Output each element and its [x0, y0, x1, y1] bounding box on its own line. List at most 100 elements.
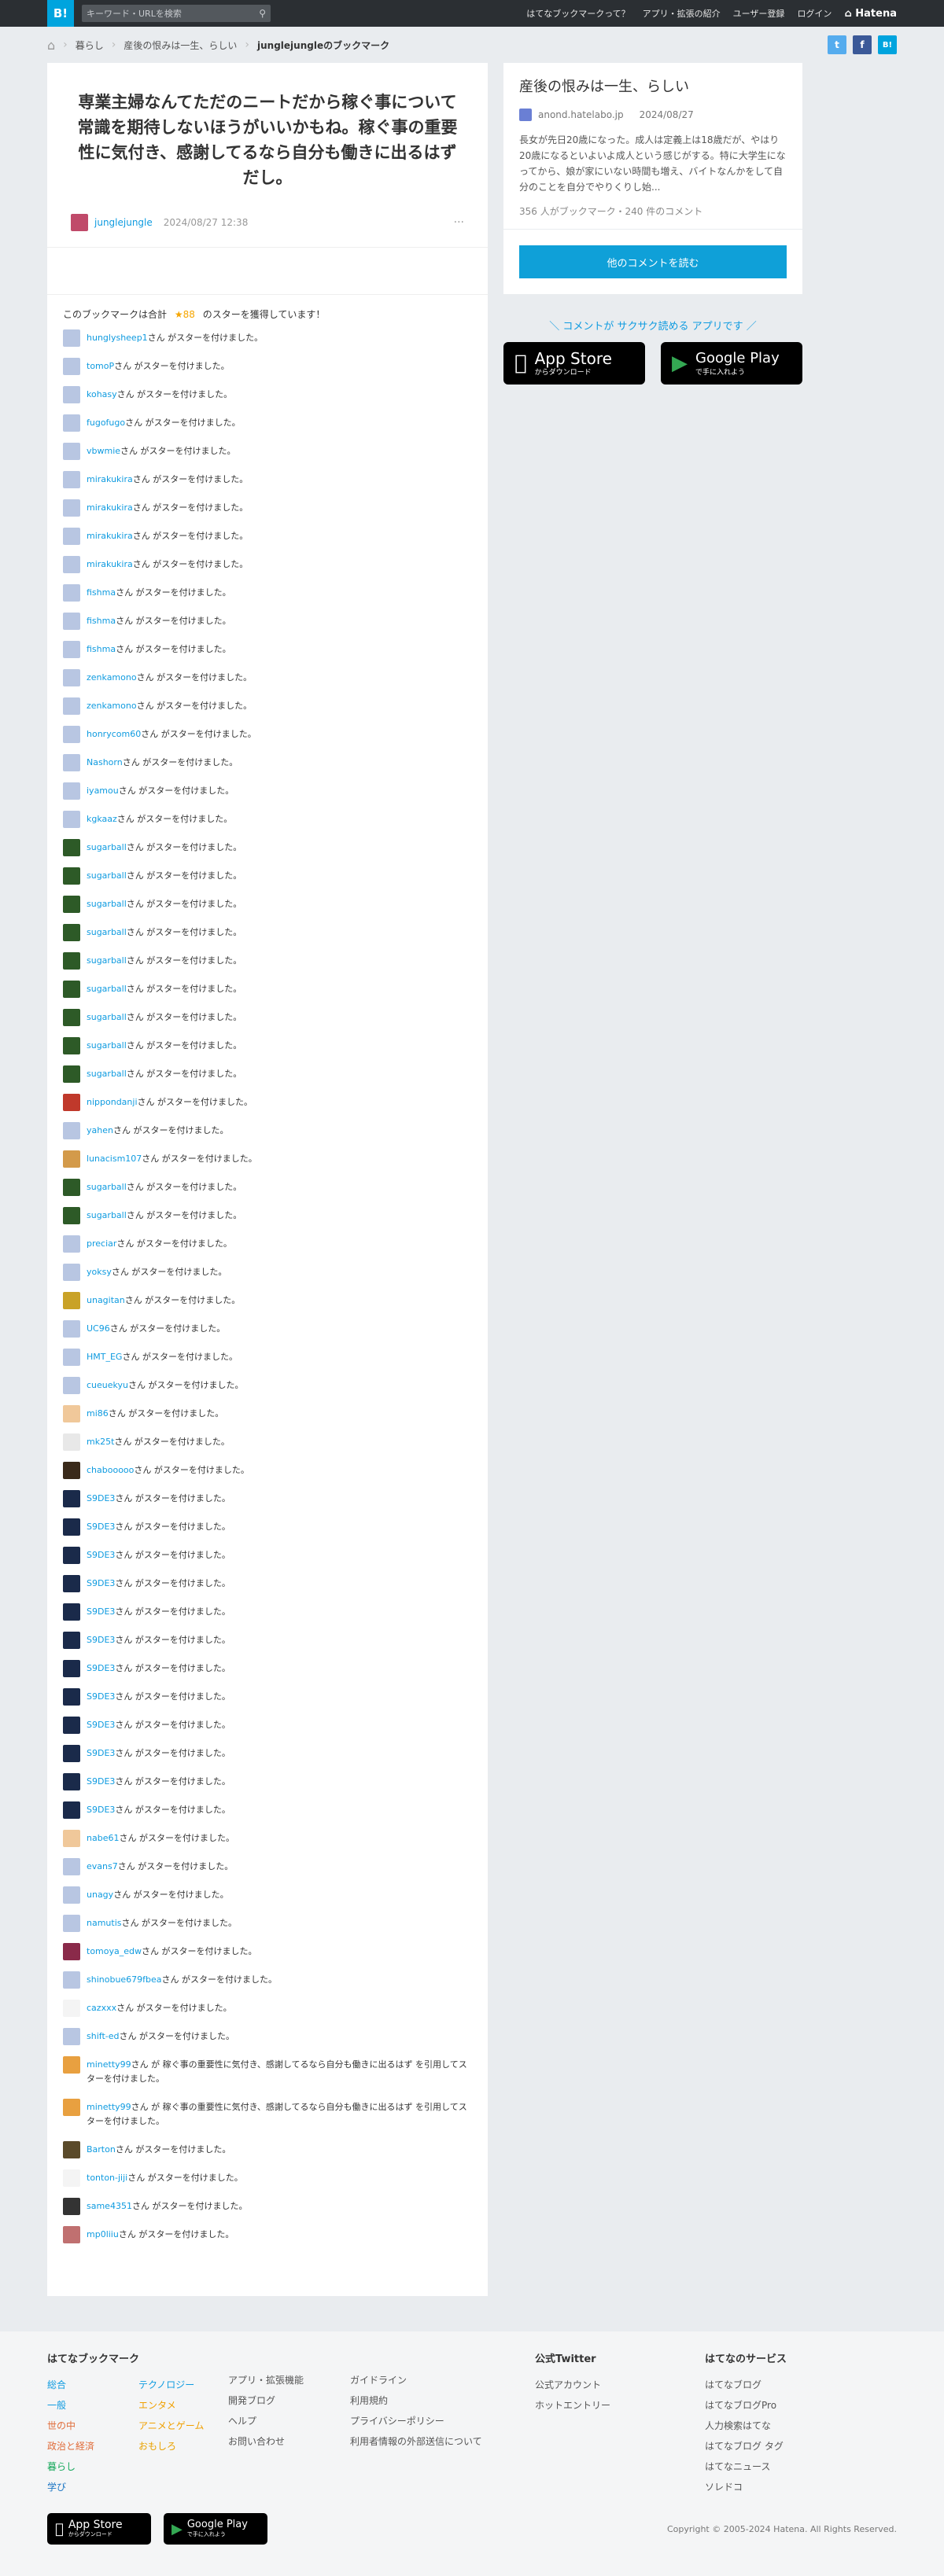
footer-link[interactable]: お問い合わせ	[228, 2431, 350, 2452]
star-user-link[interactable]: cueuekyu	[87, 1380, 128, 1390]
bookmark-user-link[interactable]: junglejungle	[94, 217, 153, 228]
avatar[interactable]	[63, 924, 80, 941]
avatar[interactable]	[63, 1292, 80, 1309]
avatar[interactable]	[63, 1801, 80, 1819]
star-user-link[interactable]: kgkaaz	[87, 814, 117, 824]
star-user-link[interactable]: mp0liiu	[87, 2229, 119, 2239]
bookmark-date[interactable]: 2024/08/27 12:38	[164, 217, 249, 228]
twitter-share-icon[interactable]: t	[828, 35, 846, 54]
star-user-link[interactable]: mi86	[87, 1408, 109, 1419]
star-user-link[interactable]: minetty99	[87, 2059, 131, 2070]
star-user-link[interactable]: sugarball	[87, 927, 127, 937]
avatar[interactable]	[63, 1518, 80, 1536]
avatar[interactable]	[63, 811, 80, 828]
avatar[interactable]	[63, 2000, 80, 2017]
avatar[interactable]	[63, 726, 80, 743]
avatar[interactable]	[63, 867, 80, 885]
footer-link[interactable]: 暮らし	[47, 2456, 138, 2477]
star-user-link[interactable]: cazxxx	[87, 2003, 116, 2013]
star-user-link[interactable]: sugarball	[87, 984, 127, 994]
avatar[interactable]	[63, 2056, 80, 2074]
footer-link[interactable]: 利用規約	[350, 2390, 535, 2411]
star-user-link[interactable]: shinobue679fbea	[87, 1974, 162, 1985]
avatar[interactable]	[63, 1688, 80, 1706]
star-user-link[interactable]: mirakukira	[87, 531, 133, 541]
avatar[interactable]	[63, 414, 80, 432]
avatar[interactable]	[63, 613, 80, 630]
star-user-link[interactable]: S9DE3	[87, 1720, 115, 1730]
footer-link[interactable]: ホットエントリー	[535, 2395, 705, 2416]
avatar[interactable]	[63, 2028, 80, 2045]
star-user-link[interactable]: mirakukira	[87, 559, 133, 569]
avatar[interactable]	[63, 1660, 80, 1677]
avatar[interactable]	[63, 528, 80, 545]
avatar[interactable]	[63, 669, 80, 686]
avatar[interactable]	[63, 1971, 80, 1989]
avatar[interactable]	[63, 1264, 80, 1281]
footer-link[interactable]: 人力検索はてな	[705, 2416, 787, 2436]
star-user-link[interactable]: mirakukira	[87, 502, 133, 513]
star-user-link[interactable]: S9DE3	[87, 1663, 115, 1673]
star-user-link[interactable]: sugarball	[87, 1210, 127, 1220]
avatar[interactable]	[63, 386, 80, 403]
avatar[interactable]	[63, 1462, 80, 1479]
star-user-link[interactable]: yoksy	[87, 1267, 112, 1277]
star-user-link[interactable]: S9DE3	[87, 1493, 115, 1503]
avatar[interactable]	[63, 1122, 80, 1139]
avatar[interactable]	[63, 1405, 80, 1422]
footer-link[interactable]: アプリ・拡張機能	[228, 2370, 350, 2390]
star-user-link[interactable]: sugarball	[87, 955, 127, 966]
avatar[interactable]	[63, 2169, 80, 2187]
star-user-link[interactable]: mk25t	[87, 1437, 114, 1447]
footer-link[interactable]: プライバシーポリシー	[350, 2411, 535, 2431]
breadcrumb-entry[interactable]: 産後の恨みは一生、らしい	[124, 39, 237, 52]
star-user-link[interactable]: sugarball	[87, 1040, 127, 1051]
avatar[interactable]	[63, 839, 80, 856]
avatar[interactable]	[71, 214, 88, 231]
star-user-link[interactable]: fishma	[87, 587, 116, 598]
footer-link[interactable]: おもしろ	[138, 2436, 204, 2456]
star-user-link[interactable]: sugarball	[87, 1069, 127, 1079]
footer-app-store-badge[interactable]:  App Store からダウンロード	[47, 2513, 151, 2545]
nav-signup[interactable]: ユーザー登録	[733, 7, 785, 20]
nav-login[interactable]: ログイン	[797, 7, 832, 20]
avatar[interactable]	[63, 1745, 80, 1762]
avatar[interactable]	[63, 2141, 80, 2158]
avatar[interactable]	[63, 697, 80, 715]
avatar[interactable]	[63, 1915, 80, 1932]
star-user-link[interactable]: shift-ed	[87, 2031, 119, 2041]
star-user-link[interactable]: S9DE3	[87, 1635, 115, 1645]
avatar[interactable]	[63, 952, 80, 970]
star-user-link[interactable]: nabe61	[87, 1833, 119, 1843]
star-user-link[interactable]: evans7	[87, 1861, 118, 1871]
avatar[interactable]	[63, 1009, 80, 1026]
star-user-link[interactable]: zenkamono	[87, 672, 137, 683]
star-user-link[interactable]: S9DE3	[87, 1805, 115, 1815]
google-play-badge[interactable]: ▶ Google Play で手に入れよう	[661, 342, 802, 385]
star-user-link[interactable]: sugarball	[87, 1182, 127, 1192]
footer-link[interactable]: テクノロジー	[138, 2375, 204, 2395]
star-user-link[interactable]: yahen	[87, 1125, 113, 1135]
search-input[interactable]	[87, 8, 260, 19]
star-user-link[interactable]: fishma	[87, 616, 116, 626]
entry-domain[interactable]: anond.hatelabo.jp	[538, 109, 624, 120]
avatar[interactable]	[63, 1207, 80, 1224]
footer-link[interactable]: 総合	[47, 2375, 138, 2395]
star-user-link[interactable]: iyamou	[87, 786, 119, 796]
footer-link[interactable]: 公式アカウント	[535, 2375, 705, 2395]
footer-link[interactable]: 利用者情報の外部送信について	[350, 2431, 535, 2452]
footer-link[interactable]: はてなブログPro	[705, 2395, 787, 2416]
star-user-link[interactable]: same4351	[87, 2201, 132, 2211]
avatar[interactable]	[63, 2226, 80, 2243]
footer-link[interactable]: 政治と経済	[47, 2436, 138, 2456]
star-user-link[interactable]: sugarball	[87, 870, 127, 881]
star-user-link[interactable]: hunglysheep1	[87, 333, 148, 343]
avatar[interactable]	[63, 556, 80, 573]
avatar[interactable]	[63, 1094, 80, 1111]
avatar[interactable]	[63, 329, 80, 347]
avatar[interactable]	[63, 1886, 80, 1904]
read-more-comments-button[interactable]: 他のコメントを読む	[519, 245, 787, 278]
avatar[interactable]	[63, 1490, 80, 1507]
avatar[interactable]	[63, 754, 80, 771]
footer-link[interactable]: ガイドライン	[350, 2370, 535, 2390]
